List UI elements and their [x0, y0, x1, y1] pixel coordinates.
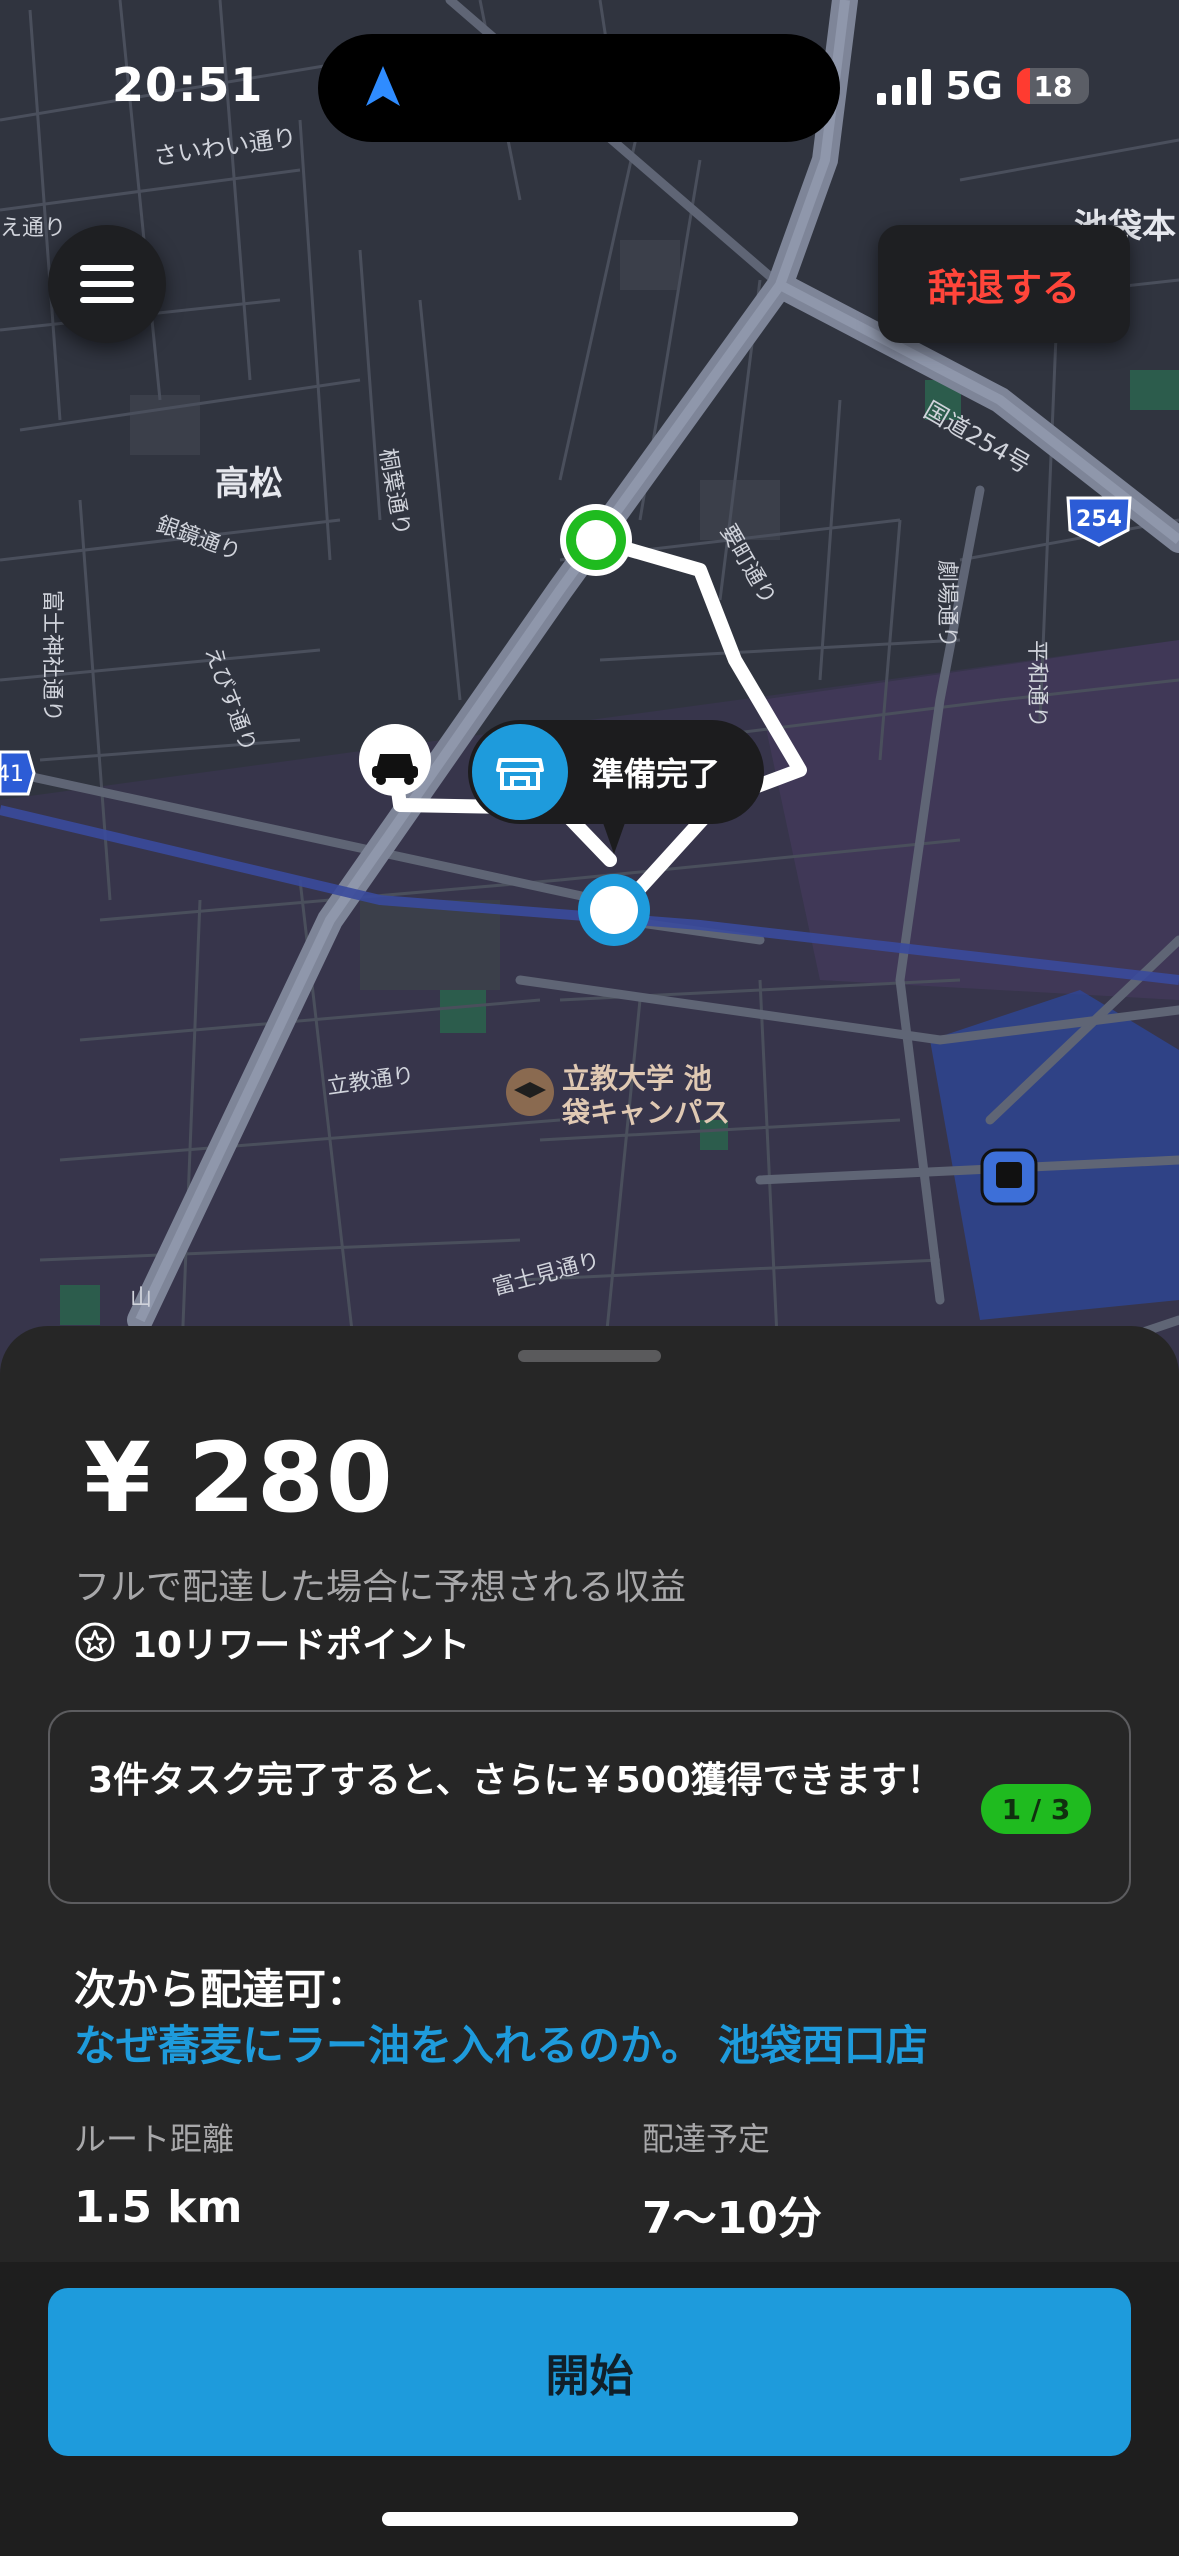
- map-label-heiwa: 平和通り: [1024, 640, 1049, 728]
- store-icon: [472, 724, 568, 820]
- footer-bar: 開始: [0, 2262, 1179, 2556]
- hamburger-icon: [80, 265, 134, 271]
- pickup-from-label: 次から配達可：: [74, 1965, 369, 2014]
- navigation-arrow-icon: [366, 66, 400, 106]
- promo-text: 3件タスク完了すると、さらに￥500獲得できます！: [88, 1760, 943, 1801]
- offer-price: ¥ 280: [84, 1422, 395, 1534]
- route-distance-label: ルート距離: [74, 2120, 235, 2158]
- network-type: 5G: [945, 64, 1003, 108]
- sheet-grabber[interactable]: [518, 1350, 661, 1362]
- map-label-campus: 立教大学 池袋キャンパス: [561, 1062, 730, 1129]
- map-label-takamatsu: 高松: [215, 464, 283, 504]
- store-status-label: 準備完了: [592, 755, 721, 793]
- map[interactable]: 254 41 さいわい通り 高松 桐葉通り 銀鏡通り 富士神社通り えびす通り …: [0, 0, 1179, 1400]
- map-label-41-shield: 41: [0, 762, 24, 787]
- map-label-gekijo: 劇場通り: [934, 560, 959, 648]
- status-bar: 20:51 5G 18: [0, 0, 1179, 170]
- promo-progress-badge: 1 / 3: [981, 1784, 1091, 1834]
- status-right: 5G 18: [877, 64, 1089, 108]
- battery-fill: [1017, 68, 1030, 104]
- map-label-e-dori: え通り: [0, 216, 66, 241]
- store-status-callout[interactable]: 準備完了: [468, 720, 764, 854]
- current-location-marker: [578, 874, 650, 946]
- pickup-store-name[interactable]: なぜ蕎麦にラー油を入れるのか。 池袋西口店: [74, 2012, 928, 2073]
- battery-icon: 18: [1017, 68, 1089, 104]
- route-distance-value: 1.5 km: [74, 2182, 243, 2233]
- start-button[interactable]: 開始: [48, 2288, 1131, 2456]
- home-indicator[interactable]: [382, 2512, 798, 2526]
- delivery-eta-label: 配達予定: [642, 2120, 771, 2158]
- battery-level: 18: [1033, 69, 1073, 103]
- route-41-shield: 41: [0, 750, 36, 796]
- delivery-eta-value: 7〜10分: [642, 2193, 822, 2244]
- car-icon: [359, 724, 431, 796]
- earnings-description: フルで配達した場合に予想される収益: [74, 1567, 687, 1608]
- station-icon: [980, 1148, 1038, 1206]
- star-badge-icon: [75, 1622, 115, 1662]
- signal-icon: [877, 67, 932, 105]
- pickup-marker[interactable]: [560, 504, 632, 576]
- reward-points: 10リワードポイント: [74, 1616, 470, 1668]
- map-label-254-shield: 254: [1076, 507, 1122, 532]
- promo-card[interactable]: 3件タスク完了すると、さらに￥500獲得できます！ 1 / 3: [48, 1710, 1131, 1904]
- campus-icon: [506, 1068, 554, 1116]
- menu-button[interactable]: [48, 225, 166, 343]
- screen: 254 41 さいわい通り 高松 桐葉通り 銀鏡通り 富士神社通り えびす通り …: [0, 0, 1179, 2556]
- reward-points-label: 10リワードポイント: [132, 1625, 471, 1666]
- map-label-yama: 山: [130, 1286, 152, 1311]
- status-time: 20:51: [112, 58, 264, 112]
- decline-button[interactable]: 辞退する: [878, 225, 1130, 343]
- map-label-fuji-jinja: 富士神社通り: [39, 590, 64, 722]
- dynamic-island[interactable]: [318, 34, 840, 142]
